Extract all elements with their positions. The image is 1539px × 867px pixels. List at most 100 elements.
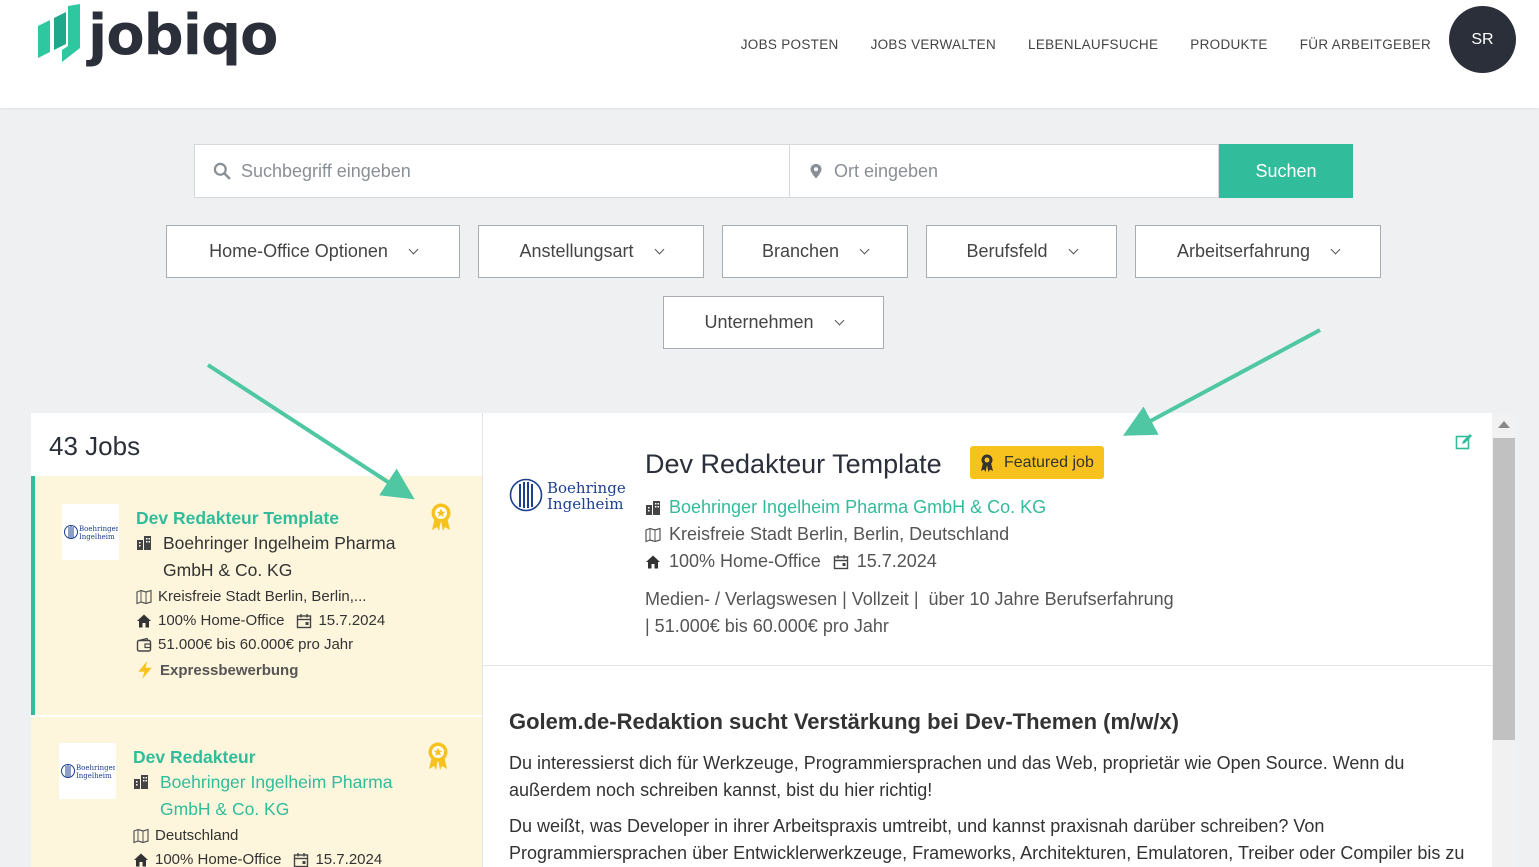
job-remote-date: 100% Home-Office 15.7.2024 [136, 612, 385, 629]
express-apply[interactable]: Expressbewerbung [136, 661, 298, 679]
map-icon [136, 589, 152, 604]
nav-fuer-arbeitgeber[interactable]: FÜR ARBEITGEBER [1300, 37, 1431, 52]
nav-produkte[interactable]: PRODUKTE [1190, 37, 1267, 52]
logo-mark-icon [38, 4, 80, 62]
date-text: 15.7.2024 [856, 551, 937, 571]
location-pin-icon [810, 164, 822, 179]
company-line-1: Boehringer Ingelheim Pharma [163, 533, 396, 553]
filter-label: Arbeitserfahrung [1176, 241, 1311, 261]
chevron-down-icon [1068, 244, 1078, 254]
search-button[interactable]: Suchen [1219, 144, 1353, 198]
filter-home-office[interactable]: Home-Office Optionen [166, 225, 460, 278]
scroll-thumb[interactable] [1493, 438, 1515, 740]
edit-icon[interactable] [1455, 433, 1473, 451]
company-line-2: GmbH & Co. KG [163, 560, 293, 580]
remote-text: 100% Home-Office [155, 851, 282, 867]
home-icon [646, 555, 660, 568]
calendar-icon [833, 554, 848, 569]
nav-jobs-posten[interactable]: JOBS POSTEN [741, 37, 839, 52]
keyword-input[interactable] [241, 160, 760, 182]
express-text: Expressbewerbung [160, 661, 299, 679]
job-location: Deutschland [133, 827, 238, 844]
filter-arbeitserfahrung[interactable]: Arbeitserfahrung [1135, 225, 1381, 278]
building-icon [134, 775, 148, 789]
boehringer-logo-large-icon: Boehringer Ingelheim [509, 478, 625, 513]
detail-location: Kreisfreie Stadt Berlin, Berlin, Deutsch… [645, 524, 1009, 545]
date-text: 15.7.2024 [318, 612, 386, 629]
date-text: 15.7.2024 [315, 851, 383, 867]
job-list-panel: 43 Jobs Boehringer Ingelheim Dev Redakte… [31, 413, 482, 867]
salary-text: 51.000€ bis 60.000€ pro Jahr [158, 636, 354, 653]
location-field[interactable] [790, 145, 1218, 197]
calendar-icon [297, 613, 312, 628]
logo-line2: Ingelheim [547, 495, 623, 513]
search-bar [194, 144, 1219, 198]
detail-meta: Medien- / Verlagswesen | Vollzeit | über… [645, 586, 1174, 640]
building-icon [646, 500, 660, 515]
filter-label: Home-Office Optionen [209, 241, 388, 261]
chevron-down-icon [654, 244, 664, 254]
boehringer-logo-icon: Boehringer Ingelheim [63, 525, 118, 541]
job-card[interactable]: Boehringer Ingelheim Dev Redakteur Boehr… [31, 717, 482, 867]
jobiqo-logo[interactable]: jobiqo [38, 3, 279, 68]
nav-jobs-verwalten[interactable]: JOBS VERWALTEN [871, 37, 996, 52]
job-title[interactable]: Dev Redakteur Template [136, 508, 339, 529]
detail-remote-date: 100% Home-Office 15.7.2024 [645, 551, 937, 572]
company-link[interactable]: Boehringer Ingelheim Pharma GmbH & Co. K… [160, 769, 393, 823]
company-name: Boehringer Ingelheim Pharma GmbH & Co. K… [163, 530, 396, 584]
filter-unternehmen[interactable]: Unternehmen [663, 296, 884, 349]
filter-branchen[interactable]: Branchen [722, 225, 908, 278]
job-salary: 51.000€ bis 60.000€ pro Jahr [136, 636, 353, 653]
job-count: 43 Jobs [49, 431, 141, 461]
site-header: jobiqo JOBS POSTEN JOBS VERWALTEN LEBENL… [0, 0, 1539, 108]
location-text: Deutschland [155, 827, 239, 844]
location-input[interactable] [834, 160, 1203, 182]
main-nav: JOBS POSTEN JOBS VERWALTEN LEBENLAUFSUCH… [741, 37, 1431, 52]
company-logo: Boehringer Ingelheim [59, 743, 116, 799]
user-avatar[interactable]: SR [1449, 6, 1516, 73]
meta-line-2: | 51.000€ bis 60.000€ pro Jahr [645, 616, 889, 636]
chevron-down-icon [834, 315, 844, 325]
logo-line2: Ingelheim [76, 772, 112, 780]
featured-job-badge: Featured job [970, 446, 1104, 479]
location-text: Kreisfreie Stadt Berlin, Berlin, Deutsch… [669, 524, 1010, 544]
job-detail-panel: Boehringer Ingelheim Dev Redakteur Templ… [482, 413, 1492, 867]
location-text: Kreisfreie Stadt Berlin, Berlin,... [158, 588, 367, 605]
job-remote-date: 100% Home-Office 15.7.2024 [133, 851, 382, 867]
company-logo: Boehringer Ingelheim [62, 504, 119, 560]
ribbon-icon [981, 454, 993, 472]
job-title[interactable]: Dev Redakteur [133, 747, 256, 768]
job-card[interactable]: Boehringer Ingelheim Dev Redakteur Templ… [31, 476, 482, 715]
filter-label: Unternehmen [704, 312, 814, 332]
logo-text: jobiqo [88, 3, 279, 68]
description-paragraph-1: Du interessierst dich für Werkzeuge, Pro… [509, 753, 1405, 800]
remote-text: 100% Home-Office [669, 551, 821, 571]
detail-scrollbar[interactable] [1492, 413, 1516, 867]
keyword-field[interactable] [195, 145, 790, 197]
company-line-1: Boehringer Ingelheim Pharma [160, 772, 393, 792]
meta-line-1: Medien- / Verlagswesen | Vollzeit | über… [645, 589, 1174, 609]
building-icon [137, 536, 151, 550]
description-paragraph-2: Du weißt, was Developer in ihrer Arbeits… [509, 816, 1465, 863]
featured-label: Featured job [1004, 453, 1094, 471]
scroll-up-arrow-icon[interactable] [1498, 421, 1510, 428]
home-icon [134, 853, 148, 866]
logo-line1: Boehringer [76, 764, 115, 772]
logo-line2: Ingelheim [79, 533, 115, 541]
filter-anstellungsart[interactable]: Anstellungsart [478, 225, 704, 278]
wallet-icon [136, 637, 152, 652]
boehringer-logo-icon: Boehringer Ingelheim [60, 764, 115, 780]
award-badge-icon [428, 742, 448, 770]
award-badge-icon [431, 503, 451, 531]
remote-text: 100% Home-Office [158, 612, 285, 629]
filter-label: Branchen [761, 241, 840, 261]
nav-lebenlaufsuche[interactable]: LEBENLAUFSUCHE [1028, 37, 1158, 52]
filter-berufsfeld[interactable]: Berufsfeld [926, 225, 1117, 278]
calendar-icon [294, 852, 309, 867]
company-line-2: GmbH & Co. KG [160, 799, 290, 819]
detail-company: Boehringer Ingelheim Pharma GmbH & Co. K… [645, 497, 1046, 518]
chevron-down-icon [859, 244, 870, 254]
chevron-down-icon [1330, 244, 1341, 254]
chevron-down-icon [408, 244, 419, 254]
company-link[interactable]: Boehringer Ingelheim Pharma GmbH & Co. K… [669, 497, 1046, 518]
